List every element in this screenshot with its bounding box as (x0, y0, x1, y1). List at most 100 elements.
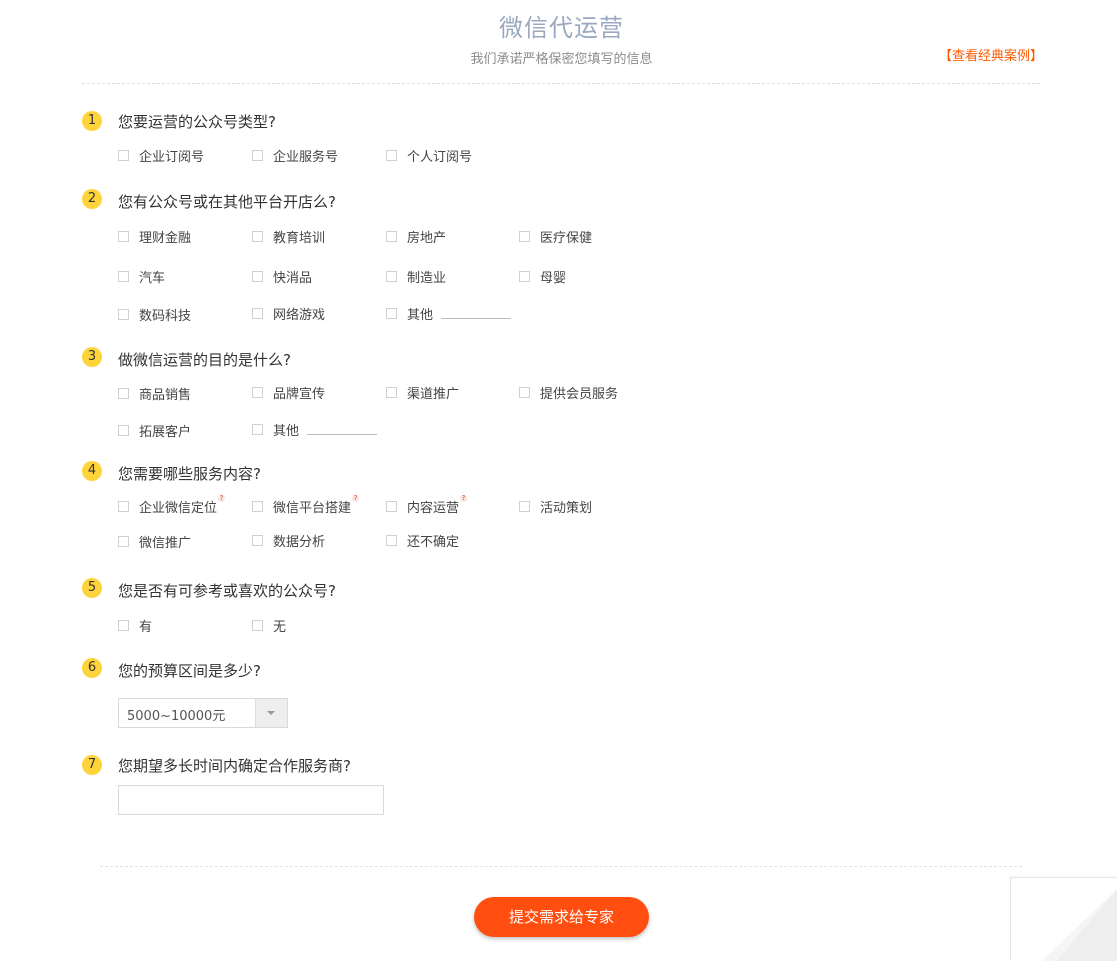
checkbox[interactable] (519, 500, 530, 512)
timeline-input[interactable] (118, 785, 384, 815)
question-title: 您有公众号或在其他平台开店么? (118, 193, 336, 211)
chevron-down-icon[interactable] (255, 699, 287, 727)
option-other[interactable]: 其他 (252, 420, 378, 439)
checkbox[interactable] (519, 386, 530, 398)
checkbox[interactable] (252, 230, 263, 242)
question-title: 您期望多长时间内确定合作服务商? (118, 757, 351, 775)
option-label: 其他 (407, 307, 434, 323)
other-input-line[interactable] (307, 433, 378, 435)
option-education[interactable]: 教育培训 (252, 227, 325, 246)
checkbox[interactable] (252, 423, 263, 435)
option-not-sure[interactable]: 还不确定 (386, 531, 460, 550)
option-label: 有 (139, 619, 153, 635)
help-icon[interactable]: ? (218, 494, 226, 502)
option-label: 活动策划 (540, 500, 593, 516)
budget-select[interactable]: 5000~10000元 (118, 698, 288, 728)
option-label: 品牌宣传 (273, 386, 326, 402)
option-wechat-positioning[interactable]: 企业微信定位? (118, 494, 226, 516)
checkbox[interactable] (118, 270, 129, 282)
option-label: 微信平台搭建 (273, 500, 352, 516)
checkbox[interactable] (519, 230, 530, 242)
checkbox[interactable] (252, 386, 263, 398)
option-data-analysis[interactable]: 数据分析 (252, 531, 326, 550)
option-wechat-promotion[interactable]: 微信推广 (118, 532, 191, 551)
question-title: 您的预算区间是多少? (118, 662, 261, 680)
page-curl-widget[interactable] (1010, 877, 1117, 961)
option-enterprise-subscription[interactable]: 企业订阅号 (118, 146, 204, 165)
page-header: 微信代运营 我们承诺严格保密您填写的信息 【查看经典案例】 (0, 0, 1117, 84)
option-personal-subscription[interactable]: 个人订阅号 (386, 146, 472, 165)
option-label: 企业微信定位 (139, 500, 218, 516)
option-label: 数据分析 (273, 534, 326, 550)
option-fmcg[interactable]: 快消品 (252, 267, 313, 286)
option-maternal-baby[interactable]: 母婴 (519, 267, 567, 286)
option-finance[interactable]: 理财金融 (118, 227, 192, 246)
option-platform-building[interactable]: 微信平台搭建? (252, 494, 360, 516)
option-label: 制造业 (407, 270, 447, 286)
option-auto[interactable]: 汽车 (118, 267, 166, 286)
option-label: 还不确定 (407, 534, 460, 550)
other-input-line[interactable] (441, 317, 512, 319)
checkbox[interactable] (252, 500, 263, 512)
option-brand-promotion[interactable]: 品牌宣传 (252, 383, 326, 402)
option-label: 房地产 (407, 230, 447, 246)
checkbox[interactable] (519, 270, 530, 282)
option-content-operation[interactable]: 内容运营? (386, 494, 468, 516)
help-icon[interactable]: ? (460, 494, 468, 502)
checkbox[interactable] (118, 424, 129, 436)
option-label: 快消品 (273, 270, 313, 286)
question-number: 5 (82, 578, 102, 598)
option-label: 数码科技 (139, 308, 192, 324)
checkbox[interactable] (252, 619, 263, 631)
option-member-service[interactable]: 提供会员服务 (519, 383, 618, 402)
budget-select-value: 5000~10000元 (127, 709, 226, 724)
checkbox[interactable] (386, 149, 397, 161)
checkbox[interactable] (252, 149, 263, 161)
help-icon[interactable]: ? (352, 494, 360, 502)
option-online-games[interactable]: 网络游戏 (252, 304, 326, 323)
checkbox[interactable] (118, 387, 129, 399)
question-title: 您是否有可参考或喜欢的公众号? (118, 582, 336, 600)
checkbox[interactable] (118, 149, 129, 161)
checkbox[interactable] (252, 270, 263, 282)
checkbox[interactable] (118, 535, 129, 547)
checkbox[interactable] (386, 230, 397, 242)
checkbox[interactable] (386, 307, 397, 319)
option-product-sales[interactable]: 商品销售 (118, 384, 191, 403)
option-enterprise-service[interactable]: 企业服务号 (252, 146, 338, 165)
checkbox[interactable] (386, 386, 397, 398)
checkbox[interactable] (386, 534, 397, 546)
option-real-estate[interactable]: 房地产 (386, 227, 447, 246)
option-expand-customers[interactable]: 拓展客户 (118, 421, 191, 440)
checkbox[interactable] (386, 270, 397, 282)
question-number: 1 (82, 111, 102, 131)
option-label: 无 (273, 619, 287, 635)
checkbox[interactable] (118, 500, 129, 512)
option-label: 渠道推广 (407, 386, 460, 402)
divider (82, 83, 1040, 84)
option-digital-tech[interactable]: 数码科技 (118, 305, 192, 324)
checkbox[interactable] (252, 534, 263, 546)
submit-button[interactable]: 提交需求给专家 (474, 897, 649, 937)
checkbox[interactable] (118, 230, 129, 242)
checkbox[interactable] (386, 500, 397, 512)
checkbox[interactable] (252, 307, 263, 319)
option-no[interactable]: 无 (252, 616, 287, 635)
option-manufacturing[interactable]: 制造业 (386, 267, 447, 286)
checkbox[interactable] (118, 308, 129, 320)
option-label: 母婴 (540, 270, 567, 286)
option-channel-promotion[interactable]: 渠道推广 (386, 383, 460, 402)
question-number: 2 (82, 189, 102, 209)
view-cases-link[interactable]: 【查看经典案例】 (939, 45, 1043, 64)
option-event-planning[interactable]: 活动策划 (519, 497, 593, 516)
option-label: 网络游戏 (273, 307, 326, 323)
option-label: 汽车 (139, 270, 166, 286)
option-yes[interactable]: 有 (118, 616, 153, 635)
checkbox[interactable] (118, 619, 129, 631)
option-label: 理财金融 (139, 230, 192, 246)
question-number: 6 (82, 658, 102, 678)
option-healthcare[interactable]: 医疗保健 (519, 227, 592, 246)
question-title: 您需要哪些服务内容? (118, 465, 261, 483)
page-title: 微信代运营 (499, 14, 624, 42)
option-other[interactable]: 其他 (386, 304, 512, 323)
